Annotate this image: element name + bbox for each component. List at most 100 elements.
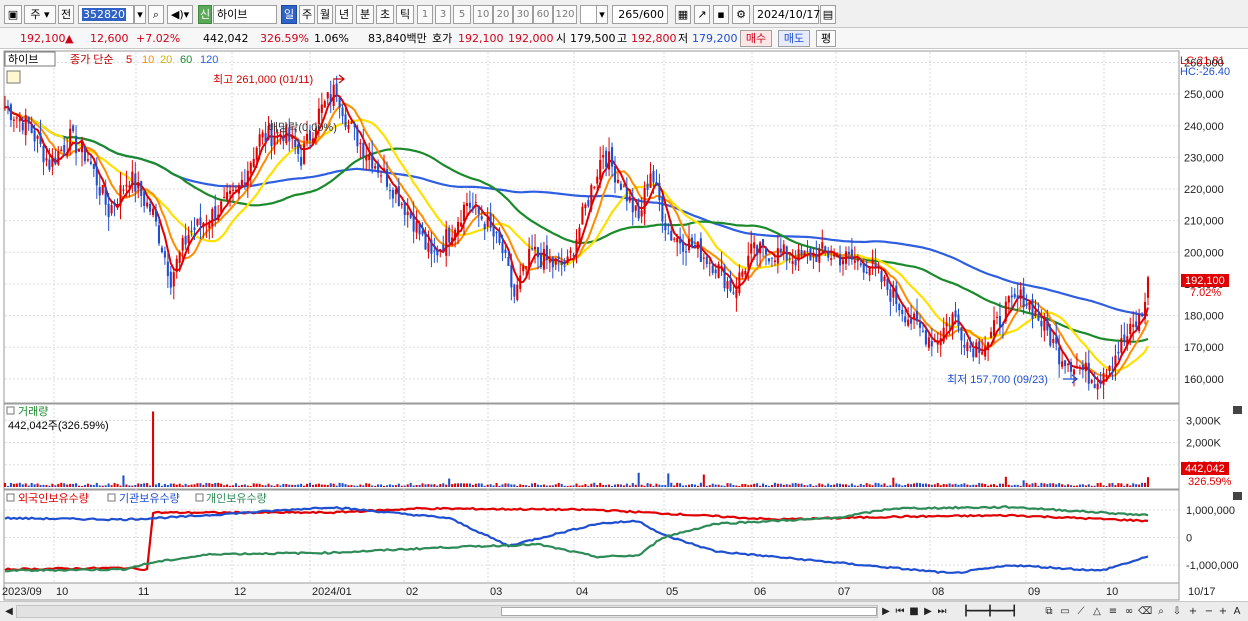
prev-button[interactable]: 전: [58, 5, 74, 24]
font-size-icon[interactable]: A: [1230, 605, 1244, 619]
timeframe-minute[interactable]: 분: [356, 5, 374, 24]
volume-bar: [394, 485, 397, 487]
volume-bar: [409, 482, 412, 487]
holdings-panel-close-icon[interactable]: [1233, 492, 1242, 500]
stock-code-input[interactable]: 352820: [78, 5, 134, 24]
interval-60[interactable]: 60: [533, 5, 553, 24]
chart-grid-toggle-icon[interactable]: [6, 70, 21, 84]
scroll-track[interactable]: [16, 605, 878, 618]
date-input[interactable]: 2024/10/17: [753, 5, 820, 24]
candle-body: [602, 155, 605, 158]
chart-canvas[interactable]: 160,000170,000180,000190,000200,000210,0…: [0, 49, 1248, 601]
individual-checkbox-icon[interactable]: [195, 493, 204, 502]
volume-bar: [332, 483, 335, 487]
play-icon[interactable]: ▶: [922, 605, 934, 619]
volume-bar: [918, 483, 922, 487]
candle-body: [741, 271, 744, 277]
volume-bar: [637, 472, 640, 487]
institution-checkbox-icon[interactable]: [107, 493, 116, 502]
candle-body: [30, 124, 33, 134]
link-icon[interactable]: ∞: [1122, 605, 1136, 619]
window-icon[interactable]: ▭: [1058, 605, 1072, 619]
volume-bar: [1111, 482, 1114, 487]
timeframe-day[interactable]: 일: [281, 5, 297, 24]
sell-button[interactable]: 매도: [778, 30, 810, 47]
period-select[interactable]: 주 ▾: [24, 5, 56, 24]
stock-name-field[interactable]: 하이브: [213, 5, 277, 24]
gear-icon[interactable]: ⚙: [732, 5, 750, 24]
price-tick-label: 180,000: [1184, 311, 1224, 323]
candle-body: [853, 260, 856, 263]
candle-body: [652, 170, 655, 183]
candle-body: [113, 203, 116, 205]
candle-body: [498, 230, 501, 244]
draw-tool-icon[interactable]: ↗: [694, 5, 710, 24]
volume-bar: [1093, 485, 1096, 487]
timeframe-year[interactable]: 년: [335, 5, 353, 24]
candle-body: [303, 143, 306, 164]
candle-body: [1096, 383, 1099, 390]
interval-30[interactable]: 30: [513, 5, 533, 24]
save-icon[interactable]: ▪: [713, 5, 729, 24]
candle-body: [439, 249, 442, 251]
evaluate-button[interactable]: 평: [816, 30, 836, 47]
calendar-icon[interactable]: ▤: [820, 5, 836, 24]
volume-bar: [593, 482, 596, 487]
interval-10[interactable]: 10: [473, 5, 493, 24]
candle-body: [841, 260, 845, 265]
candle-body: [557, 256, 560, 259]
zoom-in-icon[interactable]: +: [1186, 605, 1200, 619]
volume-bar: [578, 485, 581, 487]
settings-grid-icon[interactable]: ▦: [675, 5, 691, 24]
timeframe-month[interactable]: 월: [317, 5, 333, 24]
code-dropdown-icon[interactable]: ▾: [134, 5, 146, 24]
interval-5[interactable]: 5: [453, 5, 471, 24]
candle-body: [569, 250, 572, 253]
timeframe-week[interactable]: 주: [299, 5, 315, 24]
interval-dropdown-icon[interactable]: ▾: [596, 5, 608, 24]
layout-icon[interactable]: ▣: [4, 5, 22, 24]
search-icon[interactable]: ⌕: [148, 5, 164, 24]
volume-bar: [483, 485, 486, 487]
candle-body: [368, 155, 371, 161]
candle-body: [451, 237, 454, 246]
interval-20[interactable]: 20: [493, 5, 513, 24]
shapes-icon[interactable]: △: [1090, 605, 1104, 619]
zoom-out-icon[interactable]: −: [1202, 605, 1216, 619]
stop-icon[interactable]: ■: [908, 605, 920, 619]
forward-icon[interactable]: ⏭: [936, 605, 948, 619]
volume-bar: [157, 482, 161, 487]
count-field[interactable]: 265/600: [612, 5, 668, 24]
candle-body: [48, 159, 51, 170]
eraser-icon[interactable]: ⌫: [1138, 605, 1152, 619]
timeframe-second[interactable]: 초: [376, 5, 394, 24]
buy-button[interactable]: 매수: [740, 30, 772, 47]
download-icon[interactable]: ⇩: [1170, 605, 1184, 619]
search-chart-icon[interactable]: ⌕: [1154, 605, 1168, 619]
trendline-icon[interactable]: ⟋: [1074, 605, 1088, 619]
volume-bar: [365, 483, 368, 487]
volume-checkbox-icon[interactable]: [6, 406, 15, 415]
candle-body: [220, 201, 223, 213]
zoom-slider[interactable]: ┣━━━╋━━━┫: [955, 605, 1025, 619]
zoom-reset-icon[interactable]: +: [1216, 605, 1230, 619]
scroll-right-icon[interactable]: ▶: [880, 605, 892, 619]
interval-120[interactable]: 120: [553, 5, 577, 24]
fib-icon[interactable]: ≡: [1106, 605, 1120, 619]
rewind-icon[interactable]: ⏮: [894, 605, 906, 619]
speaker-icon[interactable]: ◀)▾: [167, 5, 193, 24]
volume-panel-close-icon[interactable]: [1233, 406, 1242, 414]
candle-body: [1123, 334, 1126, 342]
scroll-thumb[interactable]: [501, 607, 877, 616]
volume-bar: [279, 485, 282, 487]
copy-icon[interactable]: ⧉: [1042, 605, 1056, 619]
time-tick-label: 04: [576, 586, 588, 598]
timeframe-tick[interactable]: 틱: [396, 5, 414, 24]
volume-bar: [110, 485, 113, 487]
scroll-left-icon[interactable]: ◀: [3, 605, 15, 619]
interval-1[interactable]: 1: [417, 5, 433, 24]
interval-3[interactable]: 3: [435, 5, 451, 24]
volume-bar: [978, 482, 981, 487]
volume-bar: [119, 485, 122, 487]
foreign-checkbox-icon[interactable]: [6, 493, 15, 502]
